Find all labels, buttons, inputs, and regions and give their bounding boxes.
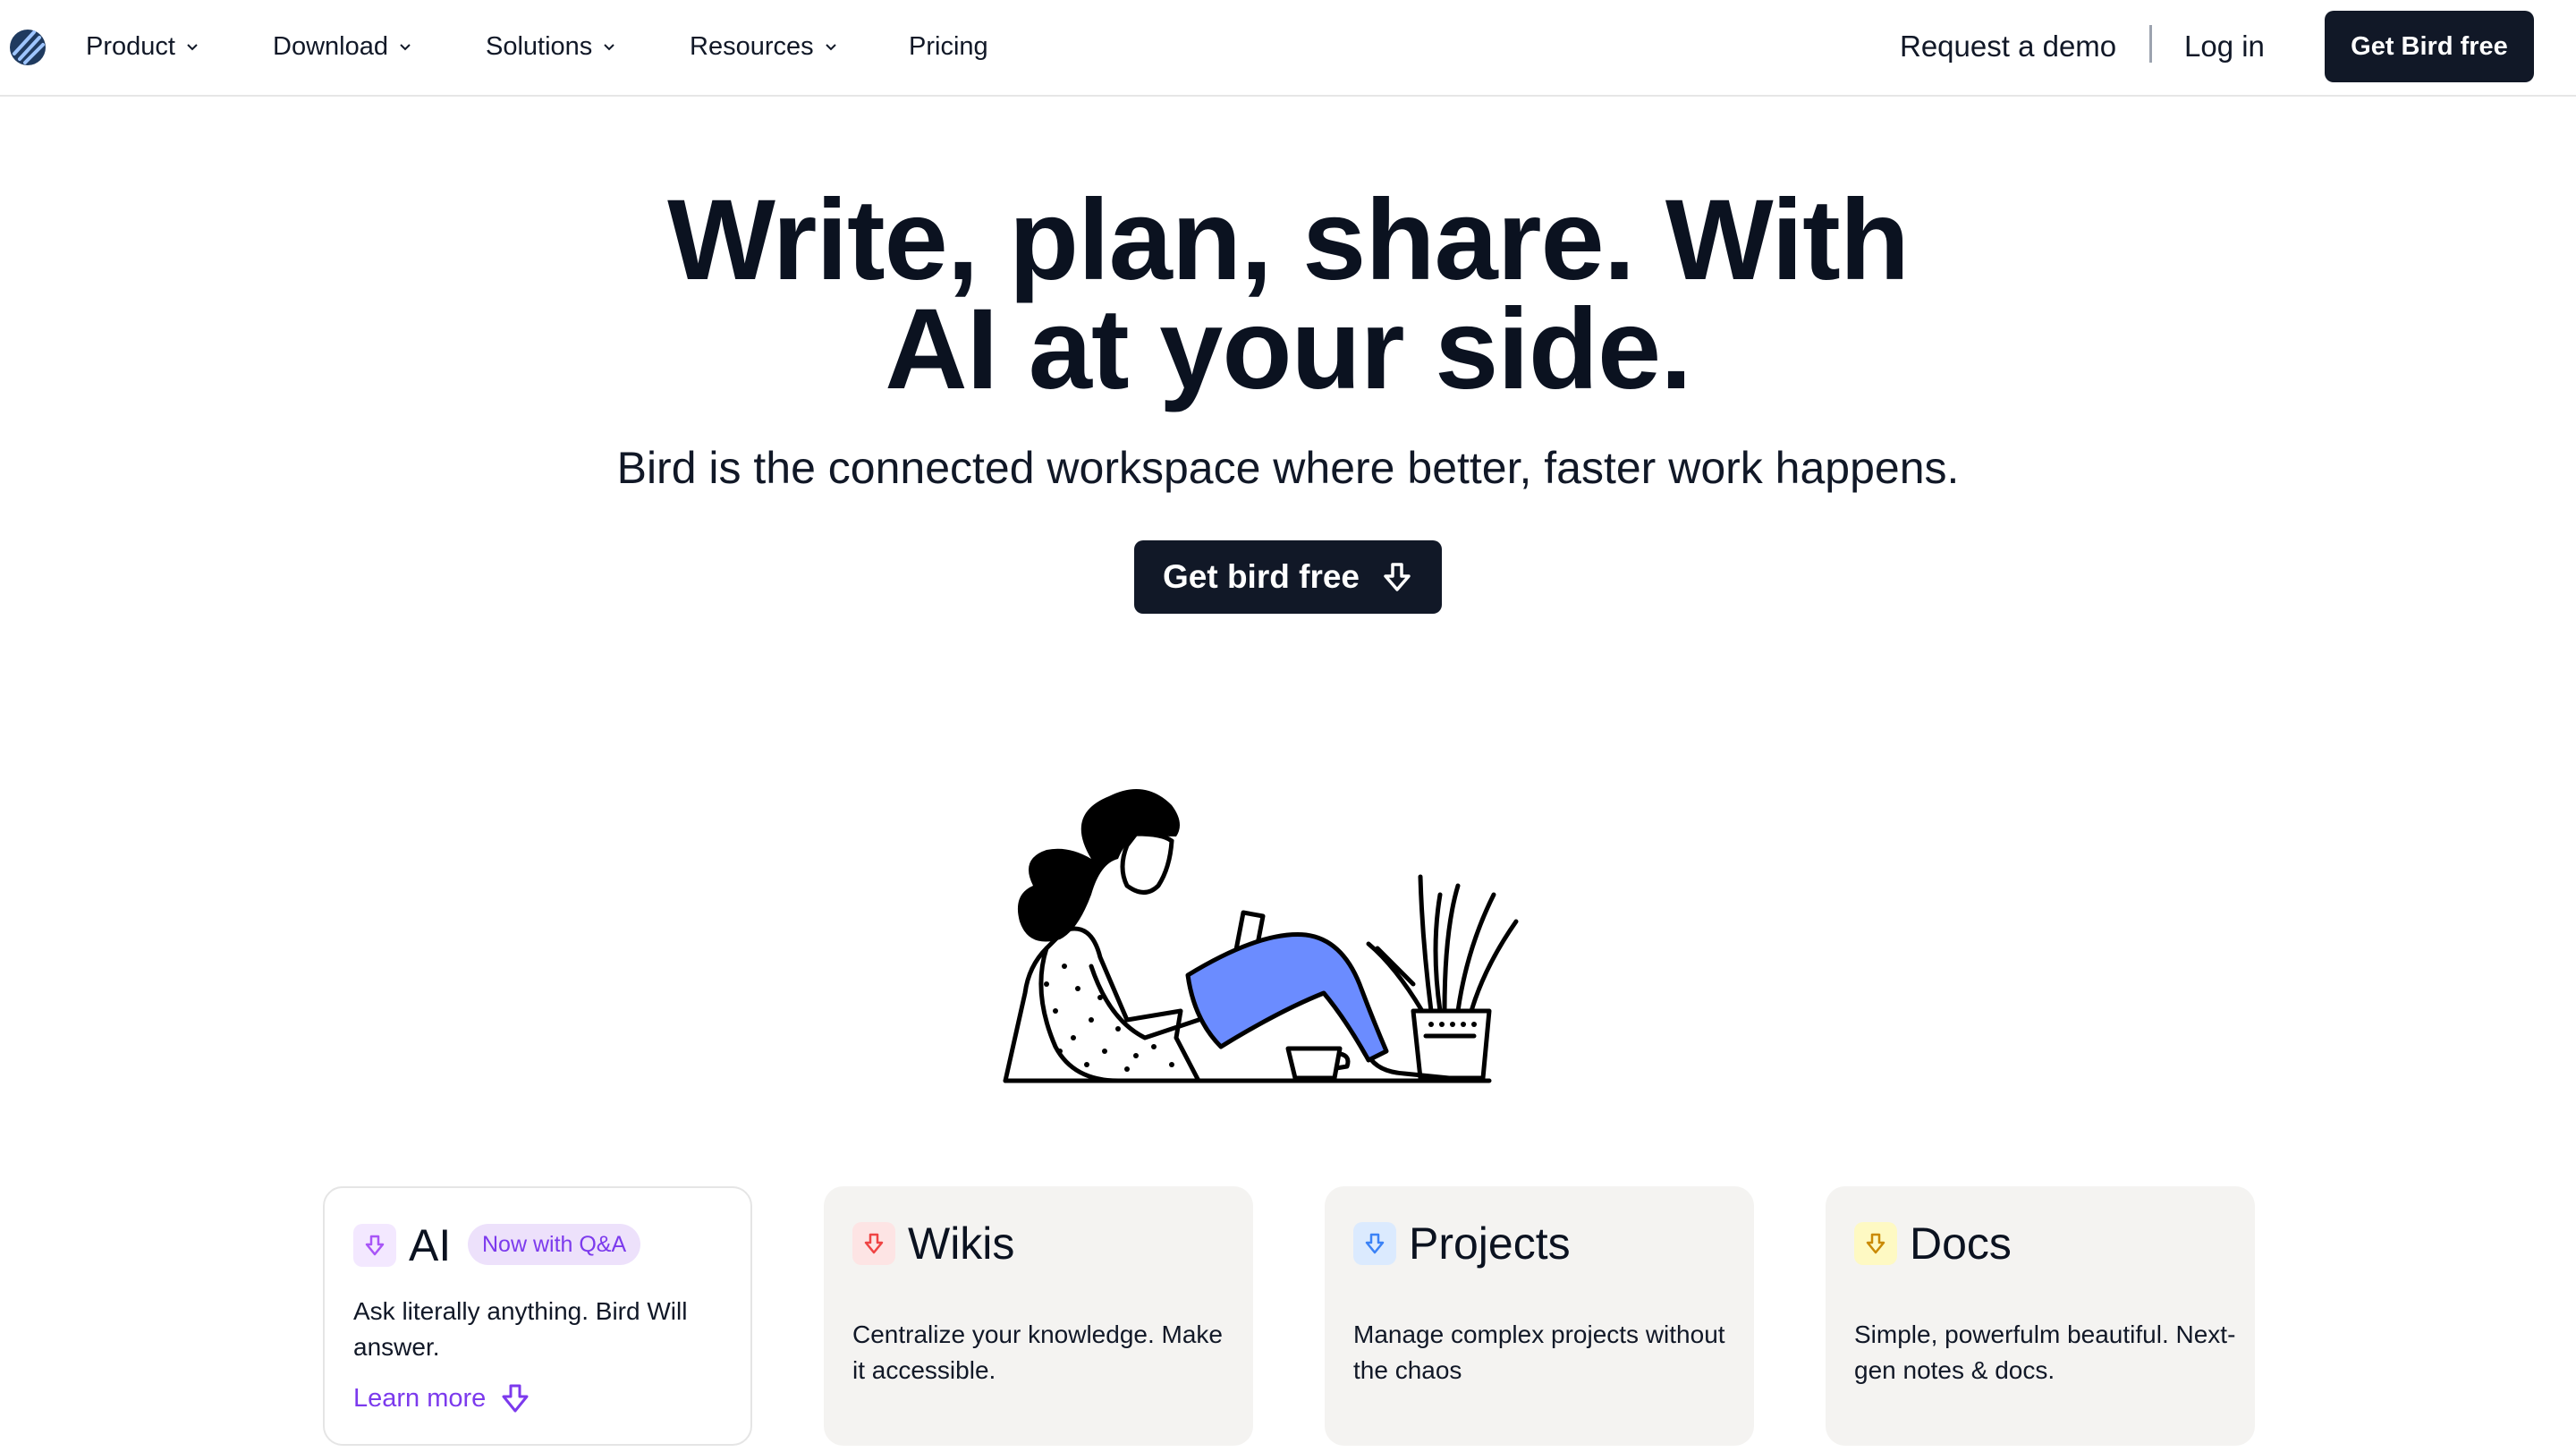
arrow-down-icon <box>502 1384 529 1413</box>
get-bird-free-button[interactable]: Get Bird free <box>2325 11 2534 82</box>
card-ai-badge: Now with Q&A <box>468 1224 641 1265</box>
card-docs-description: Simple, powerfulm beautiful. Next-gen no… <box>1854 1320 2236 1384</box>
card-projects-title: Projects <box>1409 1218 1571 1269</box>
card-projects-icon-wrap <box>1353 1222 1396 1265</box>
arrow-down-icon <box>1384 563 1411 591</box>
nav-product[interactable]: Product <box>86 29 200 64</box>
hero-get-bird-free-button[interactable]: Get bird free <box>1134 540 1442 614</box>
nav-download-label: Download <box>273 31 388 61</box>
feature-card-wikis[interactable]: Wikis Centralize your knowledge. Make it… <box>824 1186 1253 1446</box>
arrow-down-icon <box>1365 1233 1385 1254</box>
woman-reading-illustration <box>1003 789 1519 1083</box>
nav-divider <box>2149 25 2152 63</box>
chevron-down-icon <box>400 44 411 51</box>
request-demo-link[interactable]: Request a demo <box>1900 29 2116 64</box>
login-link[interactable]: Log in <box>2184 29 2265 64</box>
feature-card-docs[interactable]: Docs Simple, powerfulm beautiful. Next-g… <box>1826 1186 2255 1446</box>
card-wikis-icon-wrap <box>852 1222 895 1265</box>
chevron-down-icon <box>187 44 198 51</box>
nav-resources[interactable]: Resources <box>690 29 839 64</box>
arrow-down-icon <box>365 1235 385 1256</box>
card-projects-description: Manage complex projects without the chao… <box>1353 1320 1725 1384</box>
feature-card-ai[interactable]: AI Now with Q&A Ask literally anything. … <box>323 1186 752 1446</box>
card-docs-icon-wrap <box>1854 1222 1897 1265</box>
card-wikis-description: Centralize your knowledge. Make it acces… <box>852 1320 1223 1384</box>
nav-solutions[interactable]: Solutions <box>486 29 617 64</box>
nav-pricing[interactable]: Pricing <box>909 29 988 64</box>
nav-solutions-label: Solutions <box>486 31 593 61</box>
card-ai-title: AI <box>409 1220 452 1270</box>
nav-product-label: Product <box>86 31 175 61</box>
nav-download[interactable]: Download <box>273 29 413 64</box>
hero-subtitle: Bird is the connected workspace where be… <box>616 443 1960 493</box>
top-navigation: Product Download Solutions Resources Pri… <box>0 0 2576 97</box>
bird-logo-icon[interactable] <box>7 27 48 68</box>
arrow-down-icon <box>1866 1233 1885 1254</box>
card-wikis-title: Wikis <box>908 1218 1015 1269</box>
hero-cta-label: Get bird free <box>1163 558 1360 595</box>
card-ai-description: Ask literally anything. Bird Will answer… <box>353 1297 688 1361</box>
card-docs-title: Docs <box>1910 1218 2012 1269</box>
learn-more-link[interactable]: Learn more <box>353 1383 530 1414</box>
feature-card-projects[interactable]: Projects Manage complex projects without… <box>1325 1186 1754 1446</box>
arrow-down-icon <box>864 1233 884 1254</box>
hero-title: Write, plan, share. With AI at your side… <box>0 183 2576 407</box>
nav-resources-label: Resources <box>690 31 814 61</box>
chevron-down-icon <box>604 44 615 51</box>
card-ai-icon-wrap <box>353 1224 396 1267</box>
hero-title-line2: AI at your side. <box>885 285 1692 413</box>
chevron-down-icon <box>825 44 836 51</box>
nav-pricing-label: Pricing <box>909 31 988 61</box>
learn-more-label: Learn more <box>353 1383 487 1413</box>
